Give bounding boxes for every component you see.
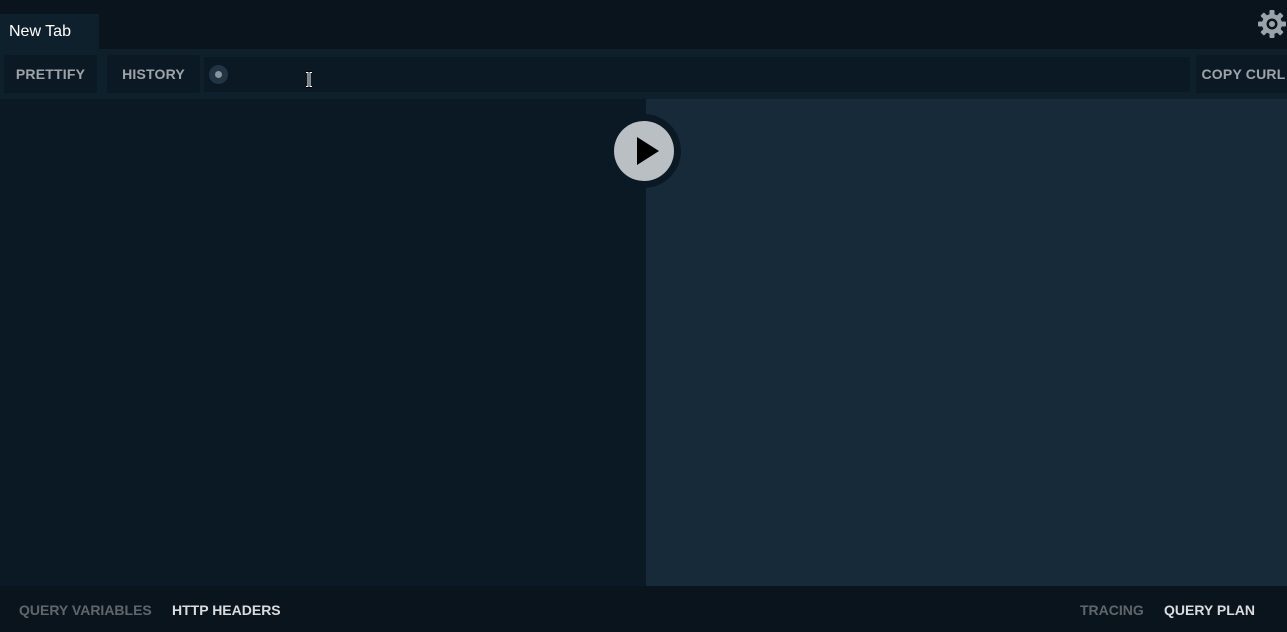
connection-status-icon (209, 65, 228, 84)
text-cursor-icon (306, 71, 312, 88)
endpoint-input[interactable] (234, 57, 1178, 94)
history-button[interactable]: HISTORY (107, 55, 200, 93)
bottom-bar: QUERY VARIABLES HTTP HEADERS TRACING QUE… (0, 586, 1287, 632)
endpoint-url-bar[interactable] (204, 57, 1190, 94)
play-icon (614, 121, 674, 181)
toolbar: PRETTIFY HISTORY COPY CURL (0, 49, 1287, 99)
query-plan-tab[interactable]: QUERY PLAN (1164, 586, 1255, 632)
tab-new-tab[interactable]: New Tab (0, 14, 99, 49)
prettify-button[interactable]: PRETTIFY (4, 55, 97, 93)
execute-query-button[interactable] (607, 114, 681, 188)
graphql-playground: New Tab PRETTIFY HISTORY COPY CURL QUERY… (0, 0, 1287, 632)
query-editor[interactable] (0, 99, 646, 586)
tracing-tab[interactable]: TRACING (1080, 586, 1144, 632)
result-viewer[interactable] (646, 99, 1287, 586)
query-variables-tab[interactable]: QUERY VARIABLES (19, 586, 152, 632)
tab-bar: New Tab (0, 0, 1287, 49)
copy-curl-button[interactable]: COPY CURL (1196, 55, 1287, 93)
gear-icon[interactable] (1257, 9, 1287, 39)
http-headers-tab[interactable]: HTTP HEADERS (172, 586, 281, 632)
